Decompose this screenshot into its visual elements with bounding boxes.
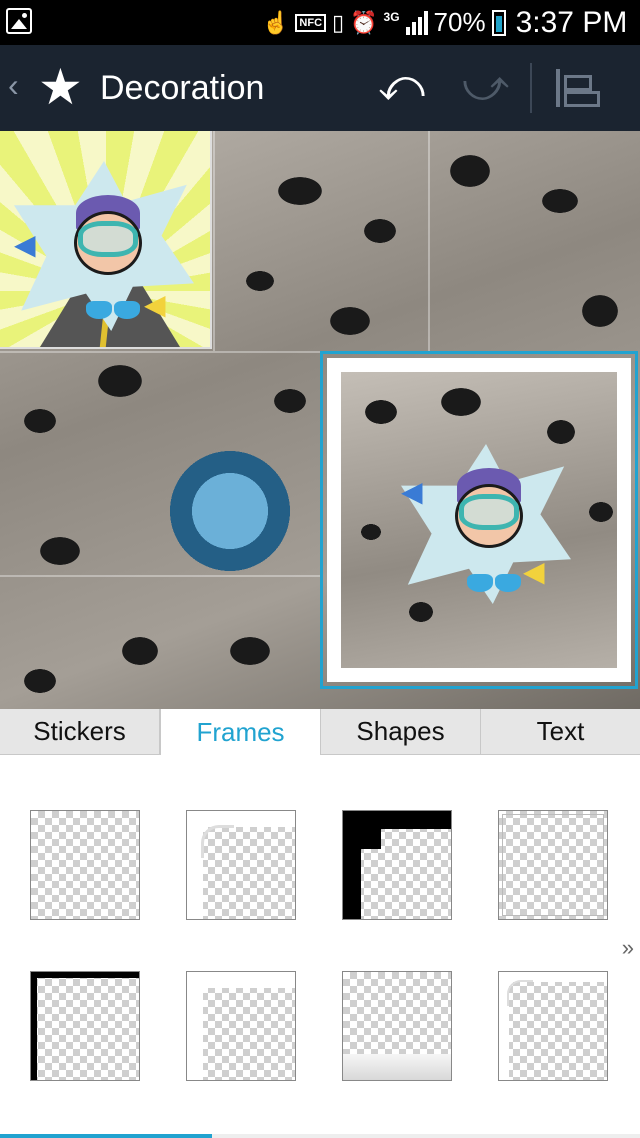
frame-option[interactable] [186,971,296,1081]
grid-line [428,131,430,351]
sticker-thumbnail[interactable]: ◀ ◀ [0,131,212,349]
gallery-icon [6,8,32,34]
frame-option[interactable] [342,971,452,1081]
battery-icon [491,9,506,36]
grid-line [0,575,320,577]
frame-option[interactable] [342,810,452,920]
status-icons: ☝ NFC ▯ ⏰ 3G 70% 3:37 PM [262,0,627,45]
fish-icon: ◀ [401,476,423,507]
more-frames-icon[interactable]: » [622,935,634,961]
network-type: 3G [383,9,400,24]
decoration-tabs: Stickers Frames Shapes Text [0,709,640,755]
alarm-icon: ⏰ [350,9,378,35]
action-bar: ‹ ★ Decoration ⤺ ⤻ [0,45,640,131]
photo-canvas[interactable]: ◀ ◀ ◀ ◀ [0,131,640,709]
vibrate-icon: ▯ [332,9,345,35]
status-bar: ☝ NFC ▯ ⏰ 3G 70% 3:37 PM [0,0,640,45]
page-title: Decoration [100,69,265,107]
star-icon[interactable]: ★ [38,59,83,115]
frame-option[interactable] [498,810,608,920]
signal-icon [405,10,428,35]
touch-icon: ☝ [262,9,290,35]
diver-sticker: ◀ ◀ [401,444,571,604]
selected-frame[interactable]: ◀ ◀ [320,351,638,689]
page-indicator [0,1134,212,1138]
frame-option[interactable] [30,810,140,920]
undo-icon[interactable]: ⤺ [378,61,425,111]
fish-icon: ◀ [523,556,545,587]
back-icon[interactable]: ‹ [8,67,19,104]
clock: 3:37 PM [515,5,628,39]
grid-line [213,131,215,351]
frame-option[interactable] [186,810,296,920]
frame-option[interactable] [498,971,608,1081]
fish-icon: ◀ [144,289,166,320]
fish-icon: ◀ [14,229,36,260]
tab-frames[interactable]: Frames [160,709,321,755]
tab-shapes[interactable]: Shapes [321,709,481,755]
tab-text[interactable]: Text [481,709,640,755]
frame-option[interactable] [30,971,140,1081]
nfc-icon: NFC [295,13,327,32]
diver-sticker: ◀ ◀ [14,161,194,331]
frames-panel: » [0,755,640,1138]
grid-line [0,351,320,353]
tab-stickers[interactable]: Stickers [0,709,160,755]
toolbar-divider [530,63,532,113]
redo-icon[interactable]: ⤻ [462,61,509,111]
battery-percent: 70% [433,7,486,37]
layers-icon[interactable] [556,69,600,107]
